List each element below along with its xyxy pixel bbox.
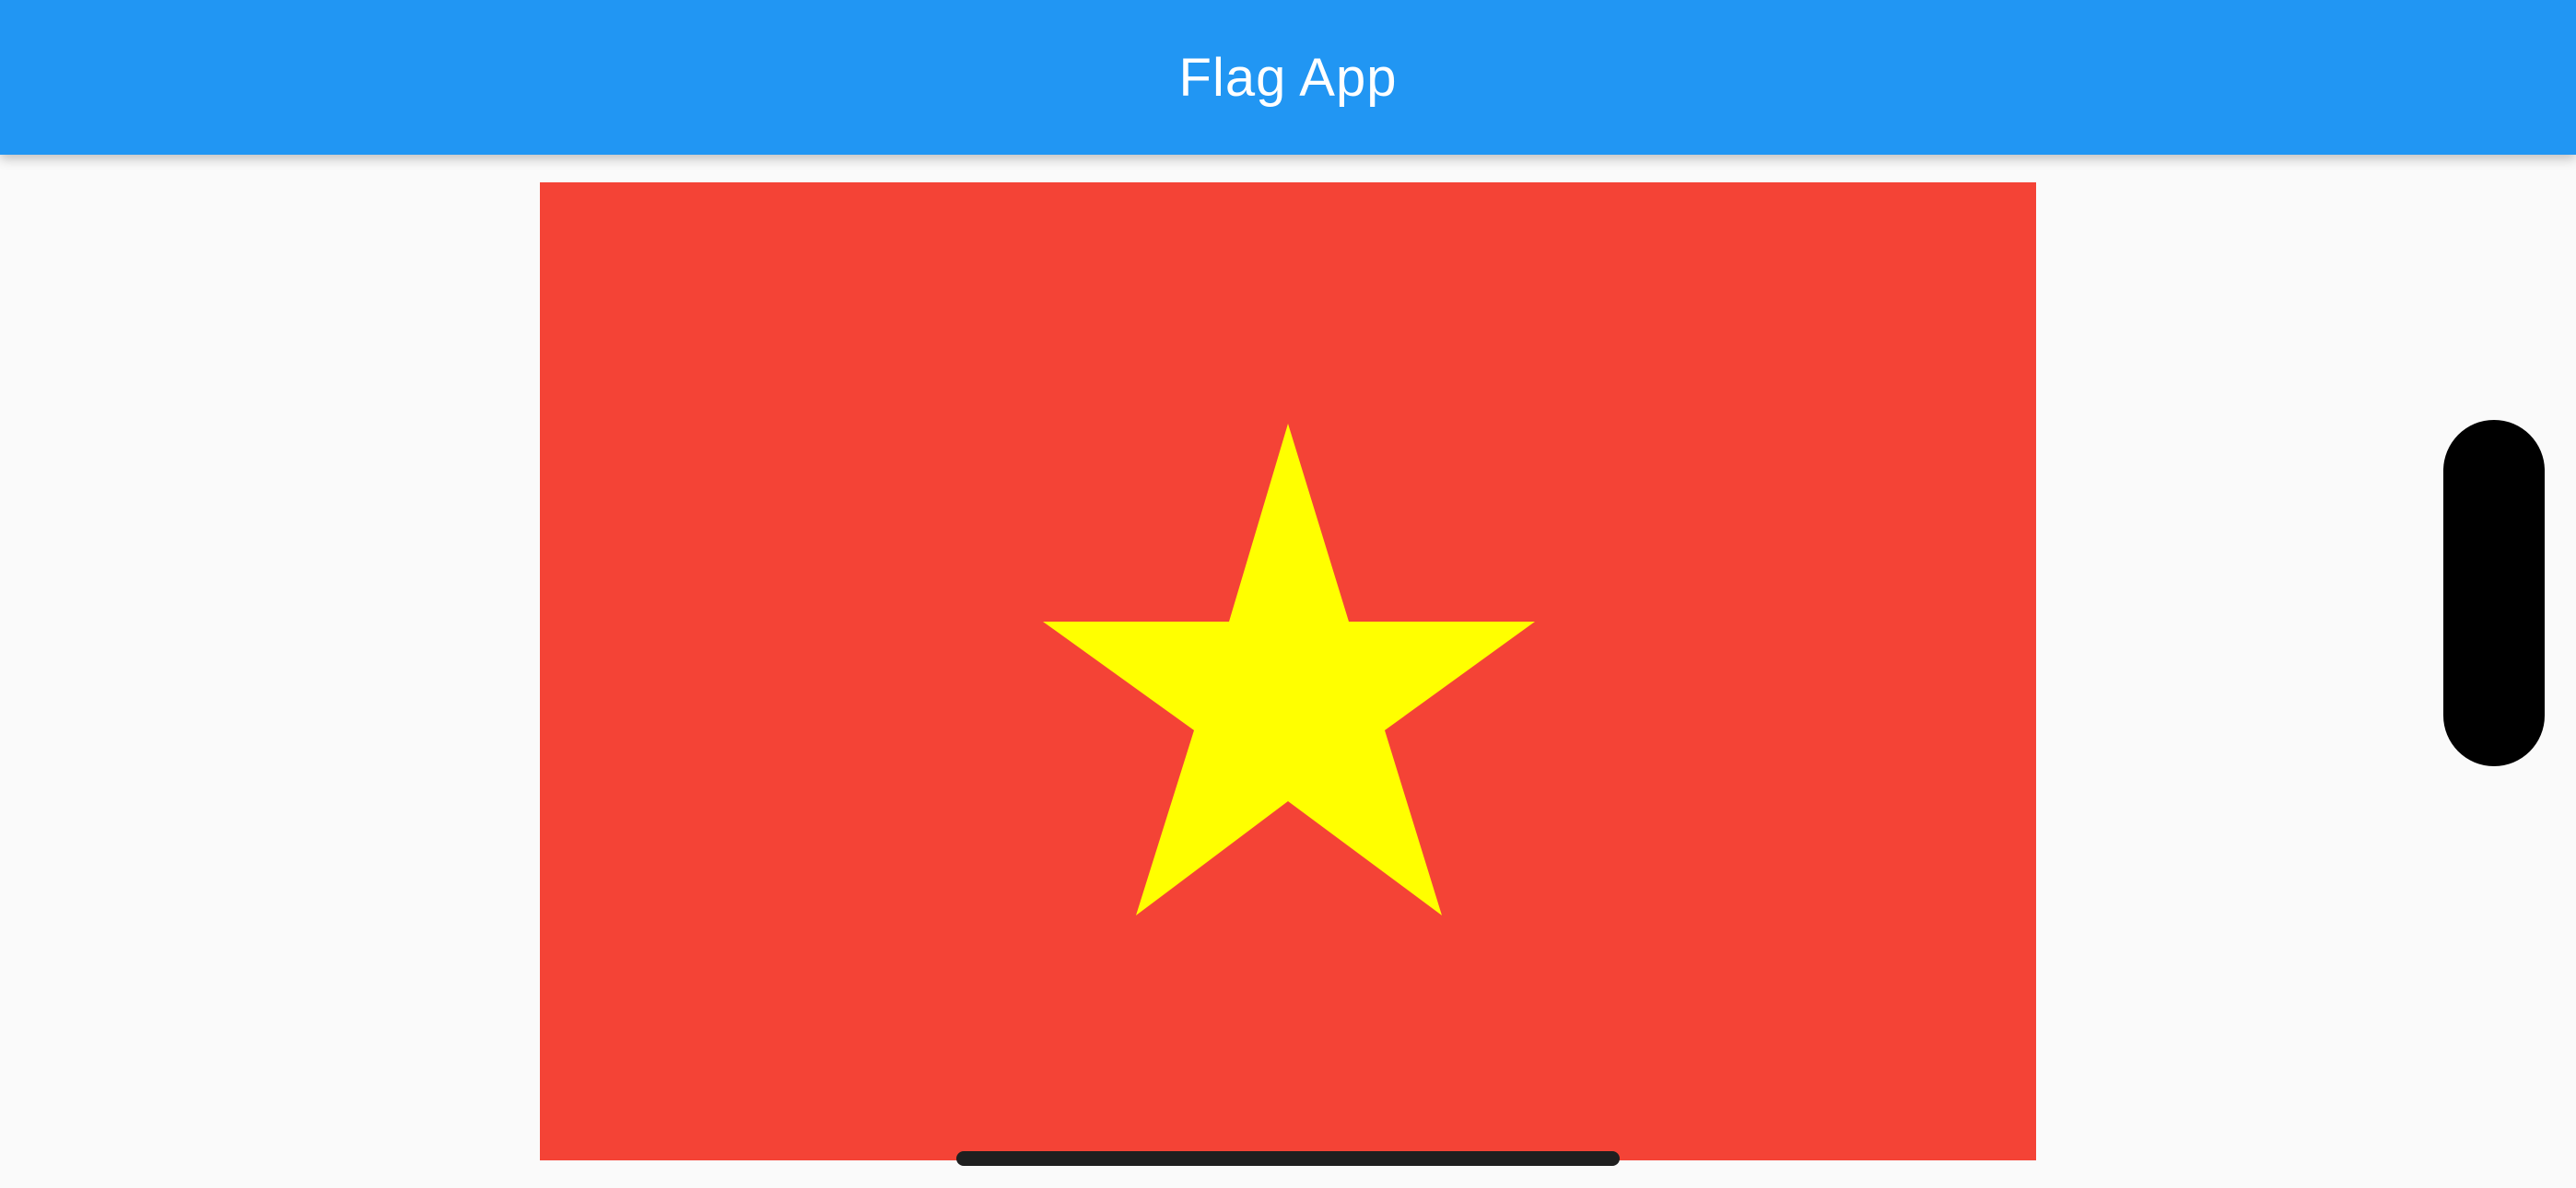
home-indicator	[956, 1151, 1620, 1166]
sensor-housing	[2443, 420, 2545, 766]
flag-image	[540, 182, 2036, 1160]
app-title: Flag App	[1178, 47, 1398, 108]
flag-app-screen: Flag App	[0, 0, 2576, 1188]
app-bar: Flag App	[0, 0, 2576, 155]
flag-display	[540, 182, 2036, 1160]
